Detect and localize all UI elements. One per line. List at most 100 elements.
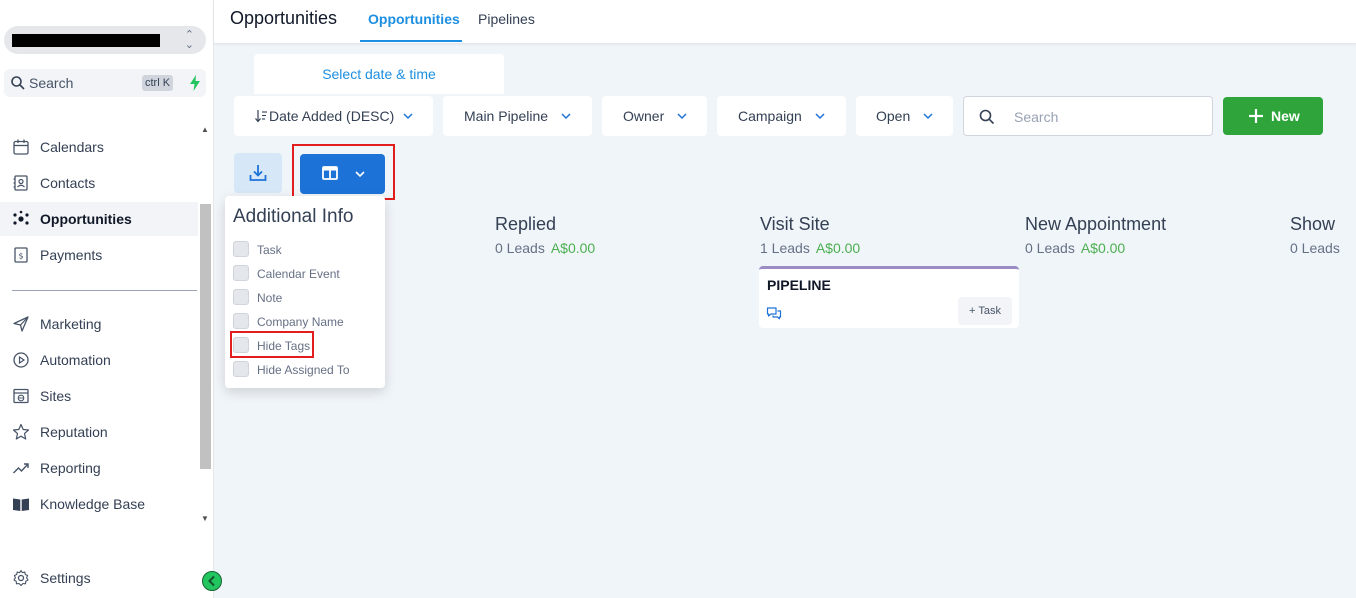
sidebar-item-settings[interactable]: Settings	[0, 561, 198, 595]
sidebar-item-contacts[interactable]: Contacts	[0, 166, 198, 200]
new-button-label: New	[1271, 108, 1300, 124]
sort-icon	[255, 110, 267, 123]
stage-leads: 1 Leads	[760, 240, 810, 256]
sidebar-item-knowledge-base[interactable]: Knowledge Base	[0, 487, 198, 521]
sidebar-item-label: Contacts	[40, 175, 96, 191]
sidebar-collapse-button[interactable]	[202, 571, 222, 591]
new-opportunity-button[interactable]: New	[1223, 97, 1323, 135]
checkbox[interactable]	[233, 313, 249, 329]
pipeline-label: Main Pipeline	[464, 108, 549, 124]
pipeline-dropdown[interactable]: Main Pipeline	[443, 96, 592, 136]
additional-info-dropdown: Additional Info Task Calendar Event Note…	[225, 196, 385, 388]
sidebar-item-opportunities[interactable]: Opportunities	[0, 202, 198, 236]
sidebar-item-label: Opportunities	[40, 211, 132, 227]
sort-label: Date Added (DESC)	[269, 108, 395, 124]
stage-column-show: Show 0 Leads	[1290, 214, 1340, 256]
sidebar-item-label: Calendars	[40, 139, 104, 155]
account-switcher[interactable]: ⌃ ⌄	[4, 26, 206, 54]
dropdown-title: Additional Info	[233, 206, 354, 227]
stage-leads: 0 Leads	[1290, 240, 1340, 256]
checkbox[interactable]	[233, 289, 249, 305]
option-label: Calendar Event	[257, 267, 340, 281]
search-shortcut-badge: ctrl K	[142, 75, 174, 91]
stage-column-replied: Replied 0 Leads A$0.00	[495, 214, 595, 256]
sidebar-item-payments[interactable]: $ Payments	[0, 238, 198, 272]
option-label: Company Name	[257, 315, 344, 329]
sidebar-item-reputation[interactable]: Reputation	[0, 415, 198, 449]
stage-column-new-appointment: New Appointment 0 Leads A$0.00	[1025, 214, 1166, 256]
card-layout-button[interactable]	[300, 154, 385, 194]
date-picker-button[interactable]: Select date & time	[254, 54, 504, 94]
sidebar-item-calendars[interactable]: Calendars	[0, 130, 198, 164]
sidebar-item-marketing[interactable]: Marketing	[0, 307, 198, 341]
sidebar-item-label: Sites	[40, 388, 72, 404]
sidebar-scroll-thumb[interactable]	[200, 204, 211, 469]
chevron-down-icon	[677, 113, 687, 120]
stage-column-visit-site: Visit Site 1 Leads A$0.00	[760, 214, 860, 256]
stage-leads: 0 Leads	[495, 240, 545, 256]
sidebar: ⌃ ⌄ Search ctrl K Calendars Contacts Oppo…	[0, 0, 222, 598]
sites-icon	[13, 388, 29, 404]
opportunity-card[interactable]: PIPELINE + Task	[759, 266, 1019, 328]
sidebar-item-label: Knowledge Base	[40, 496, 146, 512]
chevron-left-icon	[208, 575, 215, 587]
sidebar-item-label: Reputation	[40, 424, 108, 440]
automation-icon	[13, 352, 29, 368]
owner-label: Owner	[623, 108, 665, 124]
chat-icon[interactable]	[766, 306, 782, 320]
sidebar-search[interactable]: Search ctrl K	[4, 69, 206, 97]
tab-pipelines[interactable]: Pipelines	[478, 11, 535, 27]
download-button[interactable]	[234, 153, 282, 193]
checkbox[interactable]	[233, 361, 249, 377]
sidebar-item-reporting[interactable]: Reporting	[0, 451, 198, 485]
tab-opportunities[interactable]: Opportunities	[368, 11, 460, 27]
contacts-icon	[13, 175, 28, 191]
chevron-down-icon	[815, 113, 825, 120]
sidebar-item-label: Settings	[40, 570, 91, 586]
add-task-button[interactable]: + Task	[958, 297, 1012, 325]
sidebar-divider	[12, 290, 197, 291]
stage-amount: A$0.00	[815, 240, 861, 256]
option-label: Hide Tags	[257, 339, 311, 353]
sidebar-item-label: Reporting	[40, 460, 101, 476]
send-icon	[13, 316, 29, 332]
search-icon	[11, 76, 25, 90]
scroll-up-arrow-icon[interactable]: ▲	[201, 125, 209, 134]
book-icon	[13, 498, 29, 511]
chevron-down-icon	[355, 171, 365, 178]
owner-dropdown[interactable]: Owner	[602, 96, 707, 136]
sidebar-search-label: Search	[29, 75, 74, 91]
sidebar-item-sites[interactable]: Sites	[0, 379, 198, 413]
download-icon	[249, 165, 267, 181]
stage-name: Replied	[495, 214, 557, 234]
checkbox[interactable]	[233, 337, 249, 353]
svg-text:$: $	[18, 252, 23, 261]
sidebar-item-label: Automation	[40, 352, 111, 368]
scroll-down-arrow-icon[interactable]: ▼	[201, 514, 209, 523]
plus-icon	[1249, 109, 1263, 123]
stage-summary: 0 Leads A$0.00	[495, 240, 595, 256]
redacted-account-name	[12, 34, 160, 47]
status-dropdown[interactable]: Open	[856, 96, 953, 136]
sidebar-item-automation[interactable]: Automation	[0, 343, 198, 377]
stage-amount: A$0.00	[550, 240, 596, 256]
top-bar: Opportunities Opportunities Pipelines	[214, 0, 1356, 44]
sidebar-item-label: Marketing	[40, 316, 102, 332]
chevron-down-icon	[923, 113, 933, 120]
gear-icon	[13, 569, 29, 587]
sort-dropdown[interactable]: Date Added (DESC)	[234, 96, 433, 136]
bolt-icon[interactable]	[188, 74, 202, 92]
checkbox[interactable]	[233, 241, 249, 257]
stage-name: New Appointment	[1025, 214, 1167, 234]
stage-summary: 0 Leads A$0.00	[1025, 240, 1166, 256]
calendar-icon	[13, 139, 29, 155]
stage-name: Visit Site	[760, 214, 830, 234]
search-input[interactable]	[1014, 107, 1194, 127]
checkbox[interactable]	[233, 265, 249, 281]
updown-chevron-icon: ⌃ ⌄	[184, 29, 194, 51]
status-label: Open	[876, 108, 911, 124]
campaign-dropdown[interactable]: Campaign	[717, 96, 846, 136]
option-label: Note	[257, 291, 283, 305]
opportunity-search	[963, 96, 1213, 136]
sidebar-item-label: Payments	[40, 247, 103, 263]
